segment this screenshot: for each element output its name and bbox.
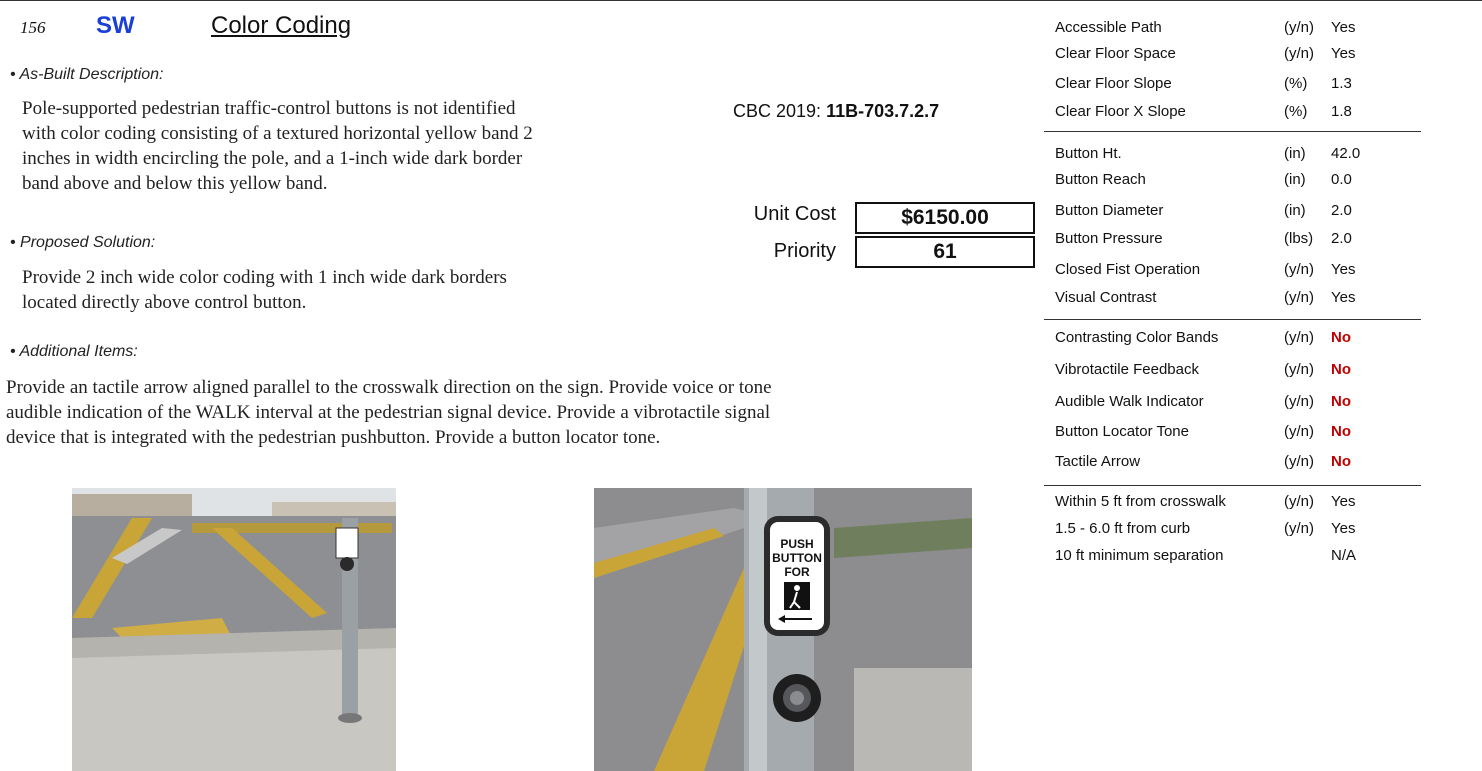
checklist-unit: (y/n) [1284, 453, 1314, 470]
checklist-label: 1.5 - 6.0 ft from curb [1055, 520, 1191, 537]
code-section: 11B-703.7.2.7 [826, 101, 940, 121]
proposed-solution: Provide 2 inch wide color coding with 1 … [22, 265, 507, 315]
sign-text-push: PUSH [780, 537, 813, 551]
checklist-label: Button Reach [1055, 171, 1146, 188]
additional-line: device that is integrated with the pedes… [6, 427, 661, 448]
table-divider [1044, 131, 1421, 132]
proposed-line: Provide 2 inch wide color coding with 1 … [22, 267, 507, 288]
checklist-unit: (y/n) [1284, 329, 1314, 346]
checklist-label: Audible Walk Indicator [1055, 393, 1204, 410]
checklist-value: 1.3 [1331, 75, 1352, 92]
location-code: SW [96, 12, 135, 39]
additional-label: • Additional Items: [10, 343, 138, 360]
checklist-unit: (y/n) [1284, 493, 1314, 510]
photo-pole-crosswalk [72, 488, 396, 771]
checklist-value: Yes [1331, 289, 1356, 306]
as-built-description: Pole-supported pedestrian traffic-contro… [22, 96, 533, 196]
checklist-unit: (%) [1284, 75, 1308, 92]
checklist-unit: (y/n) [1284, 45, 1314, 62]
checklist-value: No [1331, 423, 1351, 440]
unit-cost-label: Unit Cost [753, 203, 836, 225]
priority-value: 61 [855, 236, 1035, 268]
checklist-value: 0.0 [1331, 171, 1352, 188]
checklist-value: No [1331, 361, 1351, 378]
checklist-label: Button Diameter [1055, 202, 1164, 219]
checklist-unit: (y/n) [1284, 393, 1314, 410]
priority-label: Priority [773, 240, 836, 262]
checklist-value: Yes [1331, 19, 1356, 36]
checklist-value: N/A [1331, 547, 1357, 564]
checklist-unit: (in) [1284, 171, 1306, 188]
checklist-label: Tactile Arrow [1055, 453, 1141, 470]
table-divider [1044, 319, 1421, 320]
as-built-label: • As-Built Description: [10, 66, 164, 83]
checklist-unit: (%) [1284, 103, 1308, 120]
sign-text-button: BUTTON [772, 551, 822, 565]
table-divider [1044, 485, 1421, 486]
proposed-line: located directly above control button. [22, 292, 307, 313]
checklist-unit: (lbs) [1284, 230, 1314, 247]
checklist-value: Yes [1331, 45, 1356, 62]
checklist-label: Button Locator Tone [1055, 423, 1189, 440]
checklist-unit: (y/n) [1284, 289, 1314, 306]
as-built-line: with color coding consisting of a textur… [22, 123, 533, 144]
as-built-line: Pole-supported pedestrian traffic-contro… [22, 98, 516, 119]
additional-line: audible indication of the WALK interval … [6, 402, 771, 423]
checklist-unit: (y/n) [1284, 19, 1314, 36]
checklist-value: Yes [1331, 261, 1356, 278]
checklist-unit: (y/n) [1284, 261, 1314, 278]
checklist-label: Accessible Path [1055, 19, 1162, 36]
checklist-label: Button Ht. [1055, 145, 1122, 162]
sign-text-for: FOR [784, 565, 810, 579]
checklist-label: 10 ft minimum separation [1055, 547, 1224, 564]
checklist-value: 1.8 [1331, 103, 1352, 120]
checklist-value: 2.0 [1331, 230, 1352, 247]
as-built-line: inches in width encircling the pole, and… [22, 148, 523, 169]
checklist-unit: (in) [1284, 202, 1306, 219]
checklist-label: Clear Floor Slope [1055, 75, 1172, 92]
checklist-unit: (y/n) [1284, 520, 1314, 537]
checklist-unit: (in) [1284, 145, 1306, 162]
checklist-value: No [1331, 453, 1351, 470]
checklist-value: No [1331, 329, 1351, 346]
checklist-value: No [1331, 393, 1351, 410]
checklist-value: 2.0 [1331, 202, 1352, 219]
additional-line: Provide an tactile arrow aligned paralle… [6, 377, 772, 398]
checklist-unit: (y/n) [1284, 423, 1314, 440]
code-reference: CBC 2019: 11B-703.7.2.7 [733, 101, 939, 122]
checklist-label: Visual Contrast [1055, 289, 1157, 306]
checklist-label: Clear Floor Space [1055, 45, 1176, 62]
photo-push-button: PUSH BUTTON FOR [594, 488, 972, 771]
unit-cost-value: $6150.00 [855, 202, 1035, 234]
as-built-line: band above and below this yellow band. [22, 173, 328, 194]
item-title: Color Coding [211, 12, 352, 39]
checklist-unit: (y/n) [1284, 361, 1314, 378]
proposed-label: • Proposed Solution: [10, 234, 156, 251]
checklist-label: Clear Floor X Slope [1055, 103, 1186, 120]
top-rule [0, 0, 1482, 1]
checklist-label: Vibrotactile Feedback [1055, 361, 1199, 378]
checklist-label: Closed Fist Operation [1055, 261, 1201, 278]
checklist-value: Yes [1331, 520, 1356, 537]
checklist-label: Within 5 ft from crosswalk [1055, 493, 1226, 510]
code-prefix: CBC 2019: [733, 101, 822, 121]
checklist-label: Contrasting Color Bands [1055, 329, 1219, 346]
additional-items: Provide an tactile arrow aligned paralle… [6, 375, 772, 450]
checklist-value: 42.0 [1331, 145, 1361, 162]
checklist-label: Button Pressure [1055, 230, 1163, 247]
item-number: 156 [20, 18, 46, 37]
checklist-value: Yes [1331, 493, 1356, 510]
